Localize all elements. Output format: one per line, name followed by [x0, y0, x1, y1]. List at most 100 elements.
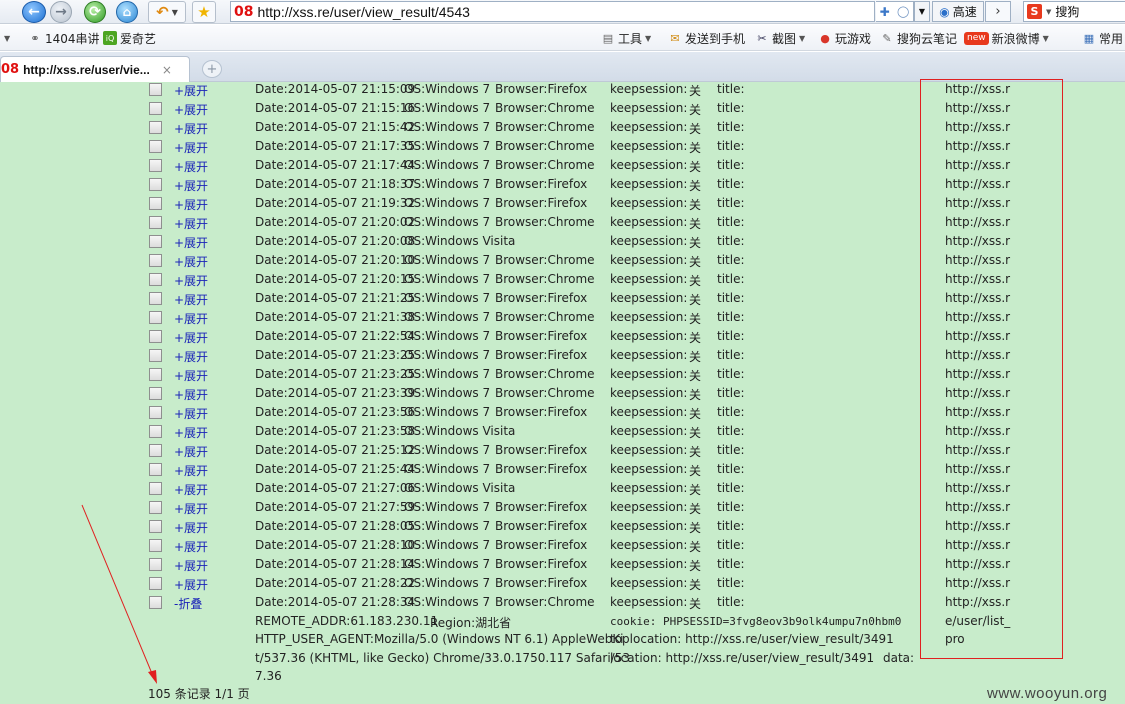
common-menu[interactable]: ▦ 常用	[1082, 29, 1123, 47]
home-button[interactable]: ⌂	[116, 1, 138, 23]
record-checkbox[interactable]	[149, 406, 162, 419]
tab-active[interactable]: 08 http://xss.re/user/vie... ×	[0, 56, 190, 82]
bookmark-1404[interactable]: ⚭ 1404串讲	[28, 29, 99, 47]
tools-menu[interactable]: ▤ 工具 ▼	[601, 29, 651, 47]
record-keepsession-label: keepsession:	[610, 82, 688, 96]
record-title: title:	[717, 557, 745, 571]
record-toggle-link[interactable]: +展开	[174, 576, 208, 593]
record-toggle-link[interactable]: +展开	[174, 158, 208, 175]
undo-close-button[interactable]: ↶ ▼	[148, 1, 186, 23]
favorites-button[interactable]: ★	[192, 1, 216, 23]
record-toggle-link[interactable]: +展开	[174, 424, 208, 441]
record-keepsession-label: keepsession:	[610, 310, 688, 324]
tab-strip: 08 http://xss.re/user/vie... × +	[0, 52, 1125, 82]
cloud-notes-button[interactable]: ✎ 搜狗云笔记	[880, 29, 957, 47]
forward-button[interactable]: →	[50, 1, 72, 23]
refresh-button[interactable]: ⟳	[84, 1, 106, 23]
record-checkbox[interactable]	[149, 235, 162, 248]
record-toggle-link[interactable]: +展开	[174, 196, 208, 213]
bookmark-iqiyi[interactable]: iQ 爱奇艺	[103, 29, 156, 47]
record-toggle-link[interactable]: +展开	[174, 462, 208, 479]
record-toggle-link[interactable]: +展开	[174, 291, 208, 308]
record-checkbox[interactable]	[149, 102, 162, 115]
record-keepsession-value: 关	[689, 559, 702, 573]
speed-mode-button[interactable]: ◉ 高速	[932, 1, 984, 22]
search-input[interactable]: S ▼ 搜狗	[1023, 1, 1125, 22]
record-browser: Browser:Chrome	[495, 367, 595, 381]
record-toggle-link[interactable]: +展开	[174, 82, 208, 99]
record-checkbox[interactable]	[149, 596, 162, 609]
record-keepsession-label: keepsession:	[610, 329, 688, 343]
record-title: title:	[717, 405, 745, 419]
forward-arrow-icon: →	[50, 1, 72, 23]
record-checkbox[interactable]	[149, 178, 162, 191]
record-checkbox[interactable]	[149, 140, 162, 153]
bookmark-add-icon[interactable]: ✚	[880, 5, 890, 19]
url-input[interactable]: 08 http://xss.re/user/view_result/4543	[230, 1, 875, 22]
record-keepsession-label: keepsession:	[610, 367, 688, 381]
new-tab-button[interactable]: +	[202, 60, 222, 78]
record-toggle-link[interactable]: +展开	[174, 310, 208, 327]
data-label: data:	[883, 651, 915, 665]
record-toggle-link[interactable]: +展开	[174, 177, 208, 194]
record-toggle-link[interactable]: +展开	[174, 386, 208, 403]
shield-icon[interactable]: ◯	[897, 5, 909, 18]
record-checkbox[interactable]	[149, 558, 162, 571]
address-dropdown-button[interactable]: ▼	[914, 1, 930, 22]
record-os: OS:Windows 7	[404, 196, 491, 210]
weibo-menu[interactable]: new 新浪微博 ▼	[964, 29, 1049, 47]
record-toggle-link[interactable]: +展开	[174, 367, 208, 384]
record-checkbox[interactable]	[149, 444, 162, 457]
speed-mode-label: 高速	[952, 5, 977, 19]
record-keepsession-label: keepsession:	[610, 120, 688, 134]
record-checkbox[interactable]	[149, 273, 162, 286]
close-icon[interactable]: ×	[162, 63, 172, 77]
send-to-phone-button[interactable]: ✉ 发送到手机	[668, 29, 745, 47]
record-checkbox[interactable]	[149, 501, 162, 514]
record-checkbox[interactable]	[149, 463, 162, 476]
record-toggle-link[interactable]: +展开	[174, 348, 208, 365]
bookmarks-chevron[interactable]: ▼	[4, 29, 10, 47]
record-toggle-link[interactable]: +展开	[174, 272, 208, 289]
record-toggle-link[interactable]: +展开	[174, 234, 208, 251]
record-checkbox[interactable]	[149, 539, 162, 552]
go-button[interactable]: ›	[985, 1, 1011, 22]
record-checkbox[interactable]	[149, 330, 162, 343]
record-checkbox[interactable]	[149, 520, 162, 533]
record-checkbox[interactable]	[149, 159, 162, 172]
record-checkbox[interactable]	[149, 254, 162, 267]
record-checkbox[interactable]	[149, 482, 162, 495]
record-toggle-link[interactable]: +展开	[174, 557, 208, 574]
record-toggle-link[interactable]: +展开	[174, 405, 208, 422]
record-toggle-link[interactable]: +展开	[174, 500, 208, 517]
record-checkbox[interactable]	[149, 216, 162, 229]
record-browser: Browser:Firefox	[495, 576, 588, 590]
record-checkbox[interactable]	[149, 387, 162, 400]
record-toggle-link[interactable]: +展开	[174, 215, 208, 232]
record-toggle-link[interactable]: +展开	[174, 443, 208, 460]
record-checkbox[interactable]	[149, 311, 162, 324]
record-toggle-link[interactable]: +展开	[174, 538, 208, 555]
record-toggle-link[interactable]: +展开	[174, 139, 208, 156]
record-checkbox[interactable]	[149, 83, 162, 96]
record-toggle-link[interactable]: +展开	[174, 101, 208, 118]
star-icon: ★	[197, 3, 211, 21]
record-checkbox[interactable]	[149, 368, 162, 381]
back-button[interactable]: ←	[22, 1, 46, 23]
record-checkbox[interactable]	[149, 197, 162, 210]
record-toggle-link[interactable]: +展开	[174, 253, 208, 270]
record-toggle-link[interactable]: -折叠	[174, 595, 202, 612]
record-checkbox[interactable]	[149, 349, 162, 362]
record-checkbox[interactable]	[149, 577, 162, 590]
record-toggle-link[interactable]: +展开	[174, 329, 208, 346]
record-checkbox[interactable]	[149, 425, 162, 438]
record-os: OS:Windows Visita	[404, 481, 516, 495]
screenshot-menu[interactable]: ✂ 截图 ▼	[755, 29, 805, 47]
record-toggle-link[interactable]: +展开	[174, 519, 208, 536]
record-checkbox[interactable]	[149, 121, 162, 134]
record-toggle-link[interactable]: +展开	[174, 481, 208, 498]
record-toggle-link[interactable]: +展开	[174, 120, 208, 137]
record-checkbox[interactable]	[149, 292, 162, 305]
games-button[interactable]: ● 玩游戏	[818, 29, 871, 47]
record-keepsession-value: 关	[689, 483, 702, 497]
